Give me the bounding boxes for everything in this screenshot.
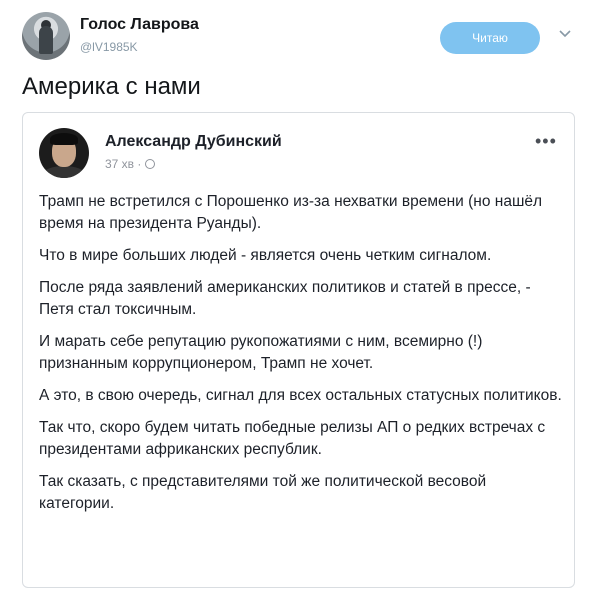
- post-author-avatar[interactable]: [39, 128, 89, 178]
- avatar-hair-shape: [50, 133, 78, 145]
- post-meta: 37 хв ·: [105, 157, 156, 171]
- post-timestamp[interactable]: 37 хв ·: [105, 157, 141, 171]
- post-paragraph: И марать себе репутацию рукопожатиями с …: [39, 333, 483, 372]
- post-paragraph: Так что, скоро будем читать победные рел…: [39, 419, 546, 458]
- post-body: Трамп не встретился с Порошенко из-за не…: [39, 191, 563, 525]
- tweet-text: Америка с нами: [22, 73, 201, 100]
- post-paragraph: Что в мире больших людей - является очен…: [39, 247, 492, 264]
- post-paragraph: Так сказать, с представителями той же по…: [39, 473, 487, 512]
- more-options-icon[interactable]: •••: [535, 131, 557, 152]
- globe-icon: [145, 159, 156, 169]
- embedded-facebook-post: Александр Дубинский 37 хв · ••• Трамп не…: [22, 112, 575, 588]
- tweet-header: Голос Лаврова @lV1985K Читаю: [22, 10, 580, 62]
- post-paragraph: После ряда заявлений американских полити…: [39, 279, 531, 318]
- post-author-name[interactable]: Александр Дубинский: [105, 133, 282, 151]
- tweet-author-handle[interactable]: @lV1985K: [80, 40, 138, 54]
- avatar-shirt-shape: [43, 166, 85, 178]
- following-button[interactable]: Читаю: [440, 22, 540, 54]
- chevron-down-icon[interactable]: [558, 26, 572, 40]
- tweet-author-avatar[interactable]: [22, 12, 70, 60]
- post-paragraph: Трамп не встретился с Порошенко из-за не…: [39, 193, 543, 232]
- post-paragraph: А это, в свою очередь, сигнал для всех о…: [39, 387, 562, 404]
- avatar-figure-shape: [39, 26, 53, 54]
- tweet-author-name[interactable]: Голос Лаврова: [80, 16, 199, 34]
